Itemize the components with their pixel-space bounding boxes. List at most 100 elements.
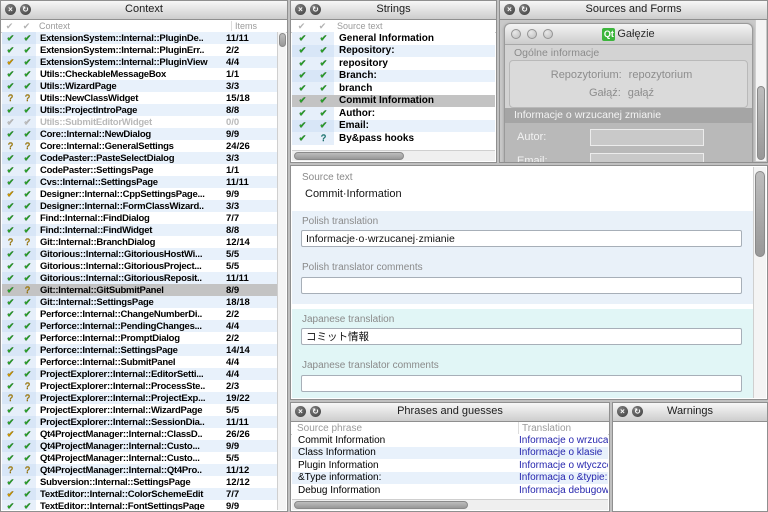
context-scrollbar[interactable]: [277, 32, 286, 510]
qt-logo-icon: Qt: [602, 28, 615, 41]
context-row[interactable]: ✔✔ExtensionSystem::Internal::PluginView4…: [2, 56, 278, 68]
context-row[interactable]: ✔✔Find::Internal::FindWidget8/8: [2, 224, 278, 236]
context-row[interactable]: ??ProjectExplorer::Internal::ProjectExp.…: [2, 392, 278, 404]
context-row[interactable]: ✔✔Core::Internal::NewDialog9/9: [2, 128, 278, 140]
phrase-row[interactable]: Commit InformationInformacje o wrzucanej…: [292, 434, 608, 447]
context-row[interactable]: ✔✔Perforce::Internal::SettingsPage14/14: [2, 344, 278, 356]
context-row[interactable]: ✔✔Qt4ProjectManager::Internal::ClassD..2…: [2, 428, 278, 440]
status-cell: ✔: [2, 116, 19, 128]
status-cell: ✔: [313, 70, 334, 83]
source-text-column-header[interactable]: Source text: [333, 21, 496, 31]
context-row[interactable]: ✔✔Gitorious::Internal::GitoriousProject.…: [2, 260, 278, 272]
editor-scrollbar[interactable]: [753, 167, 766, 398]
context-row[interactable]: ??Qt4ProjectManager::Internal::Qt4Pro..1…: [2, 464, 278, 476]
context-row[interactable]: ✔✔Designer::Internal::CppSettingsPage...…: [2, 188, 278, 200]
context-row[interactable]: ✔✔Perforce::Internal::SubmitPanel4/4: [2, 356, 278, 368]
context-row[interactable]: ✔?ProjectExplorer::Internal::ProcessSte.…: [2, 380, 278, 392]
context-row[interactable]: ✔✔Cvs::Internal::SettingsPage11/11: [2, 176, 278, 188]
source-phrase-column-header[interactable]: Source phrase: [291, 423, 518, 434]
context-row[interactable]: ✔✔Perforce::Internal::PendingChanges...4…: [2, 320, 278, 332]
string-row[interactable]: ✔✔Commit Information: [292, 95, 495, 108]
scrollbar-thumb[interactable]: [294, 501, 468, 509]
commit-info-groupbox-title[interactable]: Informacje o wrzucanej zmianie: [505, 108, 752, 123]
context-row[interactable]: ✔✔ExtensionSystem::Internal::PluginErr..…: [2, 44, 278, 56]
context-list: ✔✔ExtensionSystem::Internal::PluginDe..1…: [2, 32, 278, 510]
status-cell: ✔: [292, 107, 313, 120]
context-row[interactable]: ✔✔Utils::ProjectIntroPage8/8: [2, 104, 278, 116]
context-row[interactable]: ✔✔Designer::Internal::FormClassWizard..3…: [2, 200, 278, 212]
strings-hscrollbar[interactable]: [292, 150, 495, 161]
polish-comments-label: Polish translator comments: [302, 262, 423, 273]
context-row[interactable]: ✔✔Perforce::Internal::ChangeNumberDi..2/…: [2, 308, 278, 320]
context-name: Utils::ProjectIntroPage: [36, 105, 223, 116]
string-row[interactable]: ✔✔Repository:: [292, 45, 495, 58]
warnings-titlebar[interactable]: × ↻ Warnings: [613, 403, 767, 422]
scrollbar-thumb[interactable]: [757, 86, 765, 160]
string-row[interactable]: ✔✔Branch:: [292, 70, 495, 83]
scrollbar-thumb[interactable]: [279, 33, 286, 47]
context-row[interactable]: ✔✔Utils::SubmitEditorWidget0/0: [2, 116, 278, 128]
context-row[interactable]: ✔✔Utils::CheckableMessageBox1/1: [2, 68, 278, 80]
context-row[interactable]: ✔✔CodePaster::PasteSelectDialog3/3: [2, 152, 278, 164]
strings-titlebar[interactable]: × ↻ Strings: [291, 1, 496, 20]
status-cell: ?: [2, 140, 19, 152]
context-column-header[interactable]: Context: [35, 21, 231, 31]
context-row[interactable]: ✔✔ExtensionSystem::Internal::PluginDe..1…: [2, 32, 278, 44]
context-row[interactable]: ✔✔TextEditor::Internal::FontSettingsPage…: [2, 500, 278, 510]
translation-column-header[interactable]: Translation: [518, 422, 609, 434]
context-row[interactable]: ✔✔Qt4ProjectManager::Internal::Custo...9…: [2, 440, 278, 452]
context-row[interactable]: ✔✔Qt4ProjectManager::Internal::Custo...5…: [2, 452, 278, 464]
context-name: ProjectExplorer::Internal::SessionDia..: [36, 417, 223, 428]
context-row[interactable]: ??Utils::NewClassWidget15/18: [2, 92, 278, 104]
scrollbar-thumb[interactable]: [755, 171, 765, 257]
phrase-row[interactable]: Debug InformationInformacja debugowania: [292, 484, 608, 497]
context-items: 11/11: [223, 417, 278, 428]
string-row[interactable]: ✔✔repository: [292, 57, 495, 70]
phrase-row[interactable]: &Type information:Informacja o &typie:: [292, 472, 608, 485]
context-row[interactable]: ??Git::Internal::BranchDialog12/14: [2, 236, 278, 248]
phrases-hscrollbar[interactable]: [292, 499, 608, 510]
context-items: 1/1: [223, 69, 278, 80]
context-row[interactable]: ✔✔Gitorious::Internal::GitoriousReposit.…: [2, 272, 278, 284]
accepted-icon: ✔: [7, 262, 15, 271]
context-items: 5/5: [223, 261, 278, 272]
context-row[interactable]: ✔✔Subversion::Internal::SettingsPage12/1…: [2, 476, 278, 488]
phrase-row[interactable]: Class InformationInformacje o klasie: [292, 447, 608, 460]
context-row[interactable]: ✔✔CodePaster::SettingsPage1/1: [2, 164, 278, 176]
japanese-comments-input[interactable]: [301, 375, 742, 392]
phrase-row[interactable]: Plugin InformationInformacje o wtyczce: [292, 459, 608, 472]
string-row[interactable]: ✔✔General Information: [292, 32, 495, 45]
status-cell: ✔: [2, 404, 19, 416]
context-row[interactable]: ✔?Git::Internal::GitSubmitPanel8/9: [2, 284, 278, 296]
context-row[interactable]: ✔✔Gitorious::Internal::GitoriousHostWi..…: [2, 248, 278, 260]
polish-translation-input[interactable]: [301, 230, 742, 247]
check-column-icon: ✔: [298, 22, 306, 31]
email-label: Email:: [517, 155, 548, 163]
context-row[interactable]: ??Core::Internal::GeneralSettings24/26: [2, 140, 278, 152]
sources-titlebar[interactable]: × ↻ Sources and Forms: [500, 1, 767, 20]
string-row[interactable]: ✔✔branch: [292, 82, 495, 95]
context-row[interactable]: ✔✔ProjectExplorer::Internal::EditorSetti…: [2, 368, 278, 380]
string-row[interactable]: ✔✔Author:: [292, 107, 495, 120]
phrases-titlebar[interactable]: × ↻ Phrases and guesses: [291, 403, 609, 422]
sources-scrollbar[interactable]: [755, 20, 766, 161]
items-column-header[interactable]: Items: [231, 21, 287, 31]
status-cell: ✔: [19, 320, 36, 332]
context-row[interactable]: ✔✔Find::Internal::FindDialog7/7: [2, 212, 278, 224]
status-cell: ✔: [2, 104, 19, 116]
string-row[interactable]: ✔✔Email:: [292, 120, 495, 133]
context-row[interactable]: ✔✔Perforce::Internal::PromptDialog2/2: [2, 332, 278, 344]
status-cell: ✔: [2, 332, 19, 344]
context-row[interactable]: ✔✔Utils::WizardPage3/3: [2, 80, 278, 92]
form-preview-window[interactable]: Qt Gałęzie Ogólne informacje Repozytoriu…: [504, 23, 753, 163]
context-row[interactable]: ✔✔Git::Internal::SettingsPage18/18: [2, 296, 278, 308]
context-row[interactable]: ✔✔ProjectExplorer::Internal::WizardPage5…: [2, 404, 278, 416]
context-row[interactable]: ✔✔ProjectExplorer::Internal::SessionDia.…: [2, 416, 278, 428]
scrollbar-thumb[interactable]: [294, 152, 404, 160]
string-row[interactable]: ✔?By&pass hooks: [292, 132, 495, 145]
accepted-icon: ✔: [24, 370, 32, 379]
polish-comments-input[interactable]: [301, 277, 742, 294]
context-titlebar[interactable]: × ↻ Context: [1, 1, 287, 20]
context-row[interactable]: ✔✔TextEditor::Internal::ColorSchemeEdit7…: [2, 488, 278, 500]
japanese-translation-input[interactable]: [301, 328, 742, 345]
